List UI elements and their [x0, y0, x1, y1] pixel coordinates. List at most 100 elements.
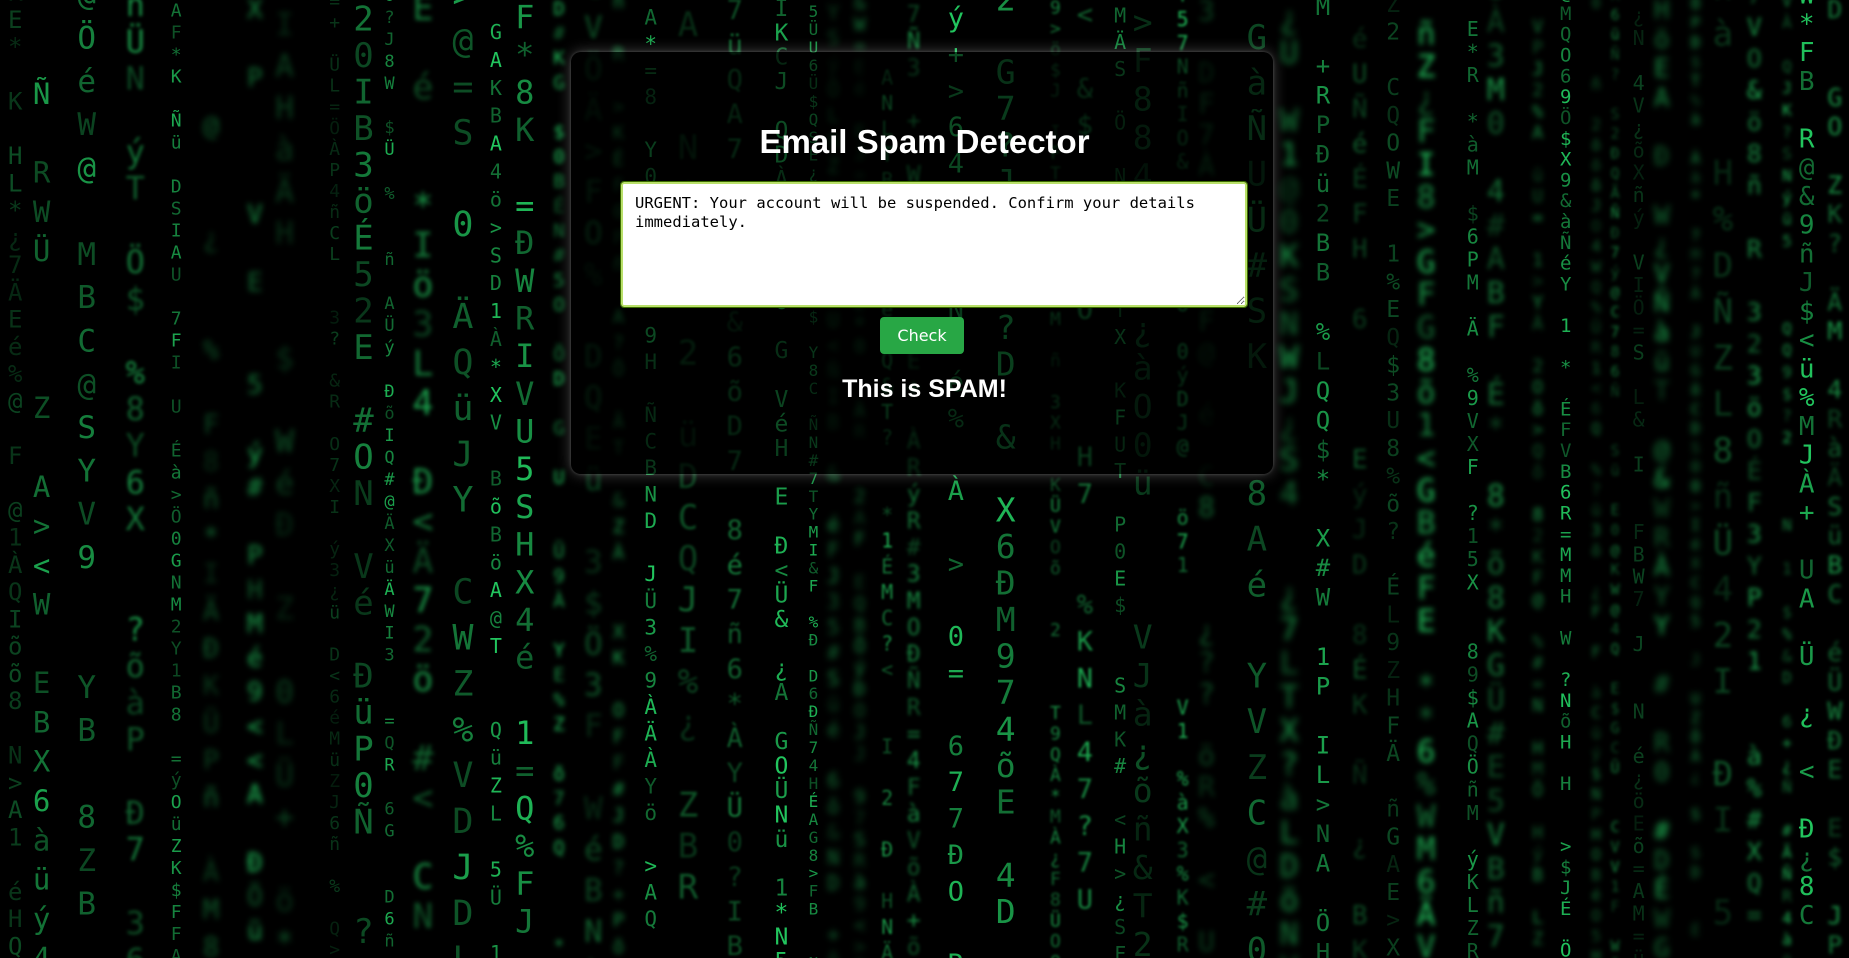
svg-text:õ: õ [907, 855, 921, 881]
svg-text:2: 2 [1316, 200, 1330, 228]
svg-text:1: 1 [881, 529, 893, 553]
svg-text:ü: ü [1782, 952, 1792, 958]
svg-text:I: I [727, 896, 743, 927]
svg-text:ö: ö [1654, 25, 1670, 55]
svg-text:D: D [613, 831, 624, 853]
svg-text:ñ: ñ [727, 619, 743, 650]
svg-text:Ñ: Ñ [907, 27, 921, 55]
svg-text:*: * [8, 33, 22, 61]
svg-text:7: 7 [1077, 774, 1093, 805]
svg-text:7: 7 [553, 788, 564, 810]
svg-text:ü: ü [827, 692, 839, 716]
svg-text:<: < [412, 779, 433, 819]
svg-text:7: 7 [907, 2, 921, 28]
svg-text:6: 6 [727, 654, 743, 685]
svg-text:?: ? [1827, 229, 1842, 258]
svg-text:M: M [1417, 832, 1436, 868]
svg-text:B: B [1799, 67, 1815, 97]
svg-text:C: C [1611, 818, 1620, 836]
svg-text:0: 0 [353, 766, 373, 806]
svg-text:À: À [948, 475, 964, 507]
svg-text:3: 3 [1747, 520, 1762, 549]
svg-text:Y: Y [1247, 657, 1267, 697]
svg-text:1: 1 [1177, 719, 1189, 743]
svg-text:3: 3 [384, 646, 394, 666]
svg-text:J: J [1799, 441, 1815, 471]
svg-text:Ä: Ä [644, 720, 657, 745]
svg-text:#: # [353, 401, 374, 441]
svg-text:V: V [77, 497, 96, 533]
svg-text:7: 7 [1077, 848, 1093, 879]
svg-text:R: R [1177, 933, 1190, 957]
svg-text:7: 7 [1487, 920, 1505, 955]
svg-text:¿: ¿ [1591, 582, 1601, 601]
svg-text:C: C [1691, 574, 1700, 592]
svg-text:N: N [1532, 695, 1543, 716]
svg-text:G: G [553, 417, 564, 439]
svg-text:Ö: Ö [171, 505, 182, 527]
svg-text:O: O [613, 700, 624, 722]
svg-text:Ä: Ä [1417, 897, 1436, 933]
svg-text:5: 5 [1713, 893, 1733, 933]
svg-text:P: P [1114, 513, 1126, 537]
svg-text:é: é [275, 466, 294, 502]
svg-text:é: é [584, 832, 603, 868]
svg-text:7: 7 [8, 251, 22, 279]
svg-text:É: É [553, 194, 564, 217]
svg-text:é: é [1591, 886, 1601, 905]
svg-text:É: É [1352, 653, 1368, 685]
svg-text:H: H [247, 575, 263, 605]
svg-text:à: à [1827, 434, 1842, 463]
svg-text:F: F [613, 752, 624, 774]
svg-text:L: L [1280, 645, 1299, 681]
svg-text:0: 0 [275, 675, 294, 711]
svg-text:L: L [329, 76, 340, 97]
svg-text:<: < [775, 558, 789, 584]
svg-text:õ: õ [8, 660, 22, 688]
svg-text:H: H [1591, 825, 1601, 844]
svg-text:A: A [490, 578, 502, 602]
svg-text:M: M [907, 588, 921, 614]
svg-text:+: + [907, 908, 921, 934]
svg-text:W: W [1611, 580, 1621, 598]
svg-text:F: F [1417, 277, 1436, 313]
svg-text:7: 7 [727, 584, 743, 615]
svg-text:Q: Q [1782, 57, 1792, 76]
svg-text:O: O [907, 615, 921, 641]
svg-text:%: % [809, 612, 819, 631]
svg-text:1: 1 [1467, 524, 1479, 548]
svg-text:7: 7 [948, 767, 964, 798]
svg-text:2: 2 [353, 291, 373, 331]
svg-text:Ö: Ö [126, 243, 145, 281]
svg-text:N: N [1782, 166, 1792, 185]
svg-text:Q: Q [1386, 325, 1400, 351]
svg-text:Ü: Ü [1050, 910, 1061, 932]
svg-text:Q: Q [515, 789, 534, 827]
svg-text:7: 7 [1747, 0, 1762, 10]
svg-text:F: F [171, 902, 182, 923]
svg-text:V: V [1611, 838, 1620, 856]
svg-text:Ä: Ä [412, 540, 433, 582]
svg-text:+: + [613, 883, 624, 905]
svg-text:7: 7 [948, 804, 964, 835]
svg-text:F: F [515, 865, 534, 903]
svg-text:U: U [1532, 186, 1543, 207]
svg-text:8: 8 [1611, 343, 1620, 361]
svg-text:C: C [1386, 75, 1400, 101]
svg-text:ý: ý [907, 482, 921, 508]
svg-text:M: M [1050, 807, 1061, 828]
svg-text:õ: õ [1591, 541, 1601, 560]
svg-text:K: K [1532, 547, 1543, 568]
svg-text:K: K [1827, 200, 1842, 229]
svg-text:V: V [452, 756, 473, 796]
svg-text:8: 8 [1386, 436, 1400, 462]
email-textarea[interactable] [620, 181, 1248, 308]
svg-text:ñ: ñ [1386, 797, 1400, 823]
svg-text:=: = [452, 68, 473, 108]
svg-text:4: 4 [329, 181, 340, 202]
svg-text:¿: ¿ [1133, 733, 1153, 772]
check-button[interactable]: Check [880, 317, 964, 354]
svg-text:0: 0 [353, 36, 373, 76]
svg-text:N: N [584, 914, 603, 950]
svg-text:Z: Z [275, 591, 294, 627]
